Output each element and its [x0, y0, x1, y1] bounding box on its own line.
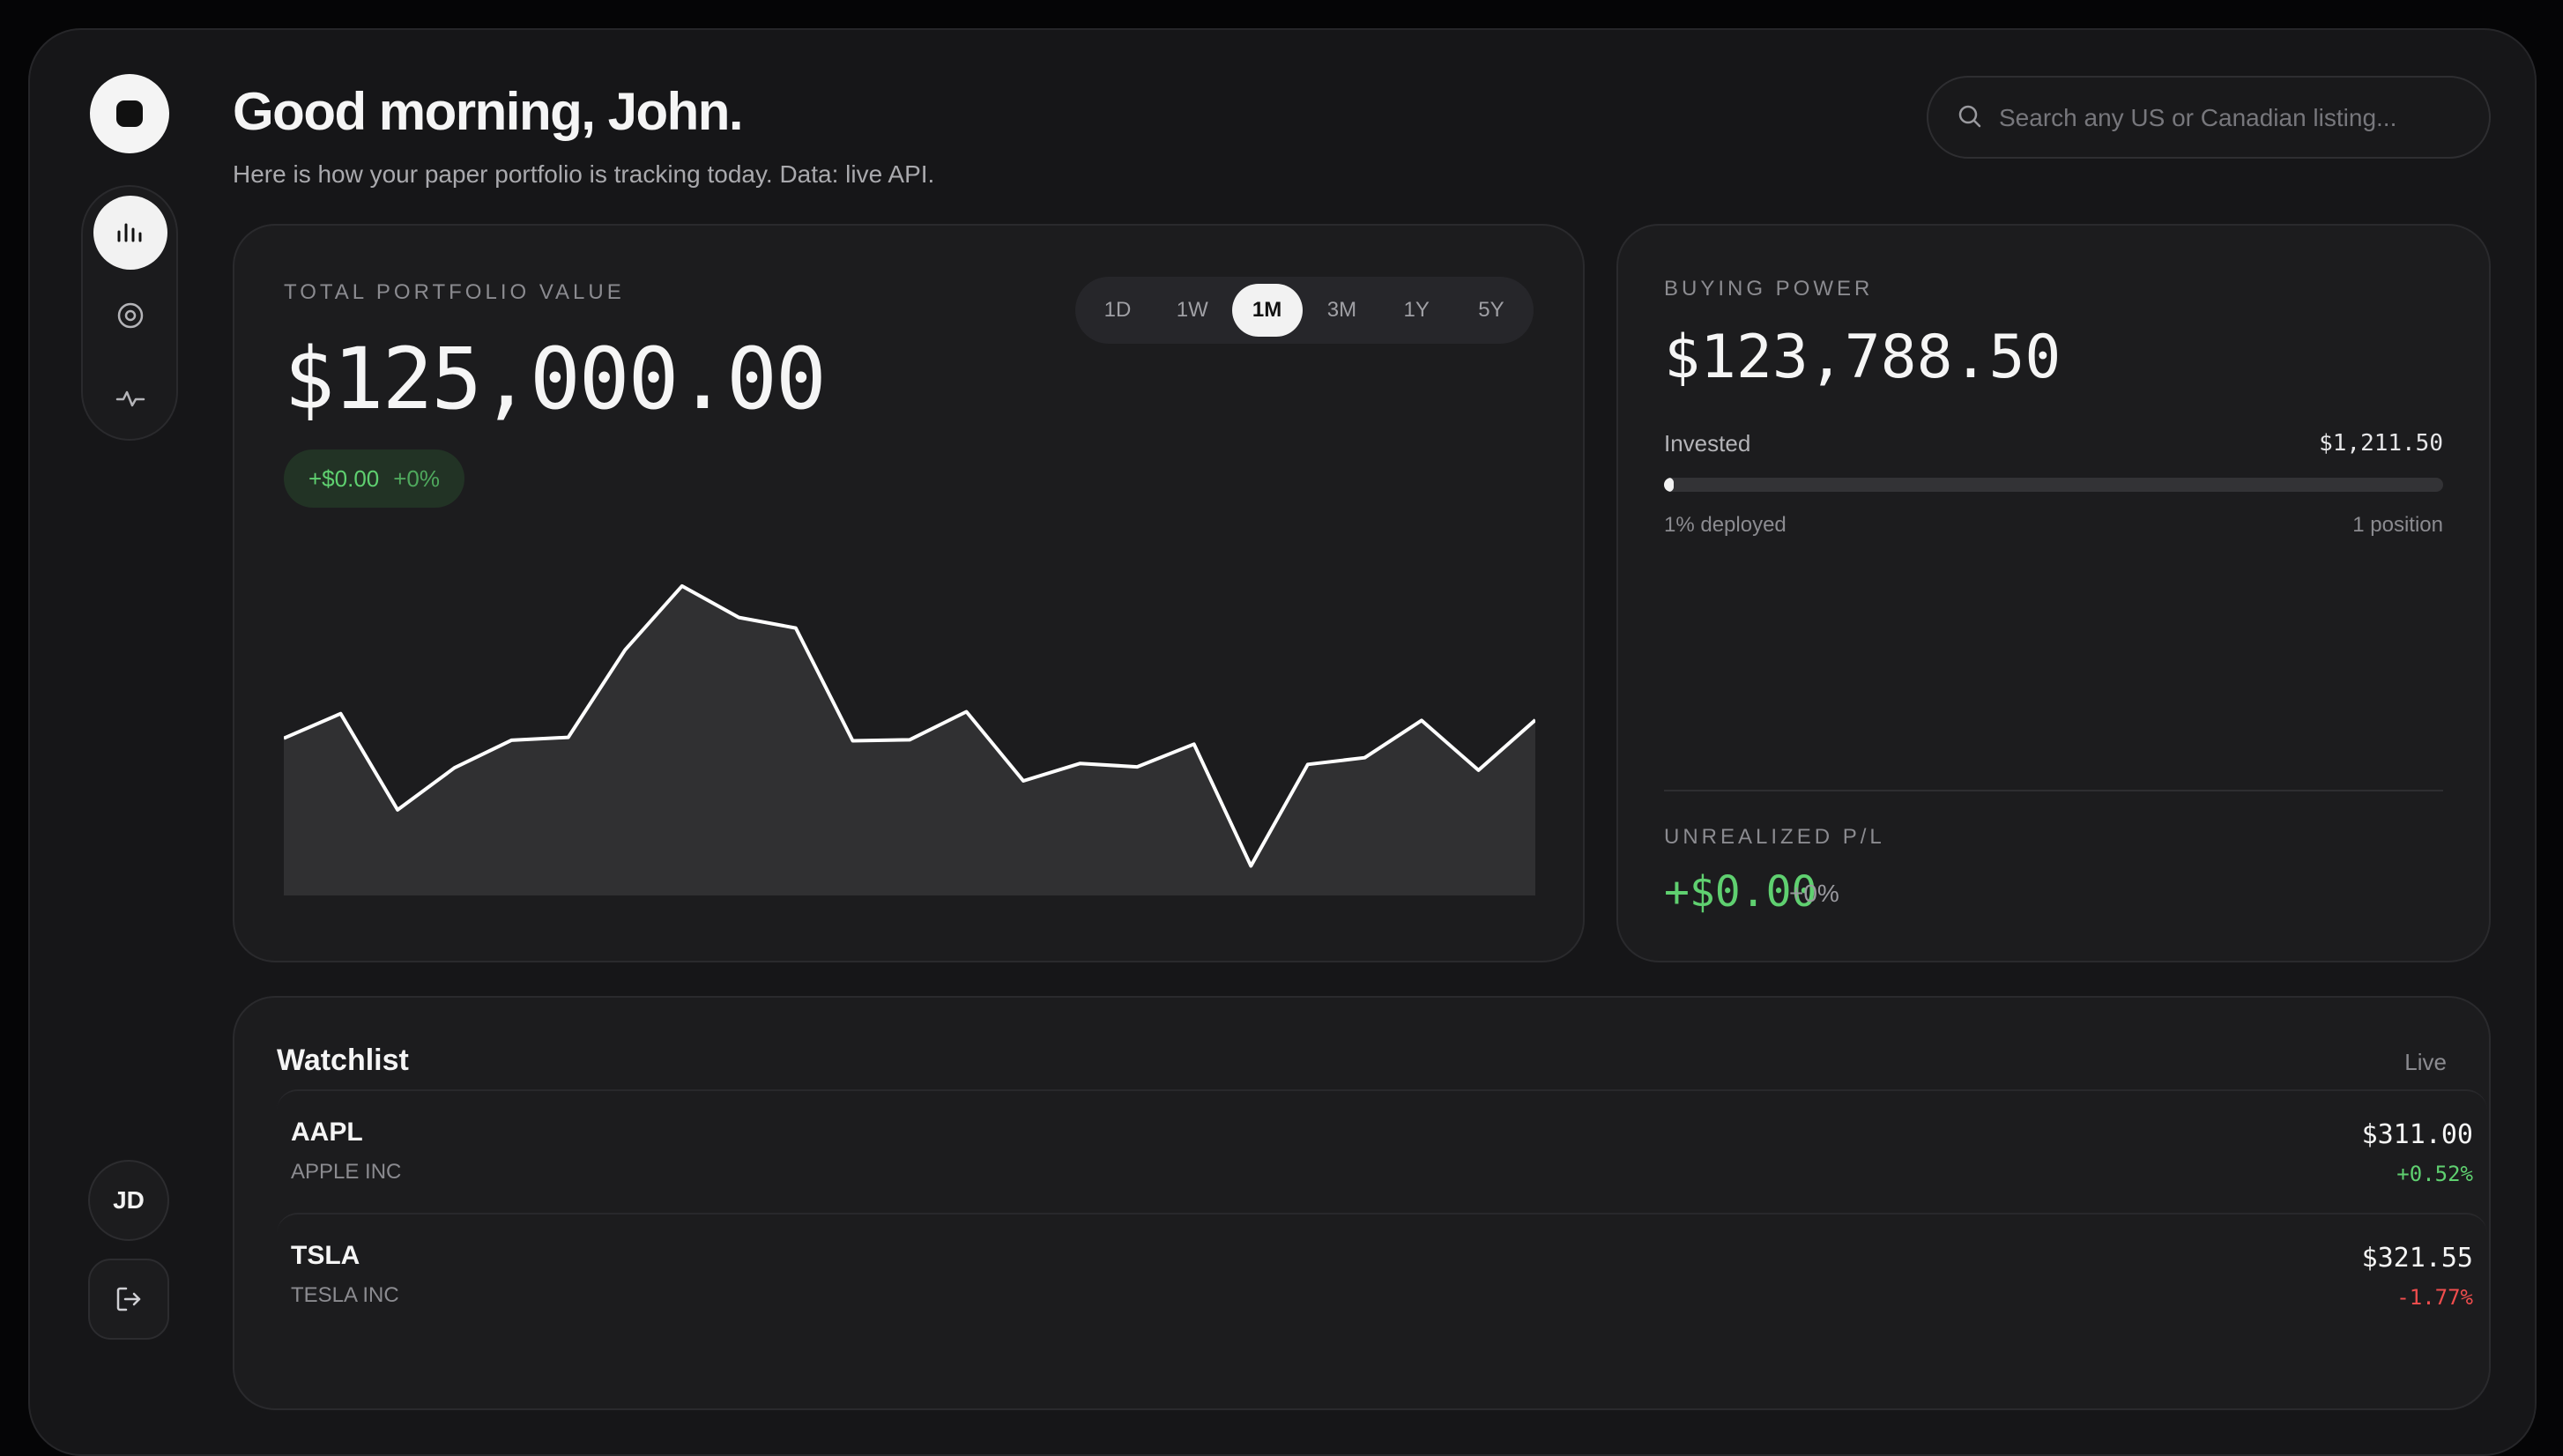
range-button-1y[interactable]: 1Y: [1381, 284, 1452, 337]
portfolio-card: TOTAL PORTFOLIO VALUE $125,000.00 +$0.00…: [233, 224, 1585, 962]
chart-point[interactable]: [1473, 765, 1483, 776]
stock-symbol: AAPL: [291, 1118, 363, 1147]
stock-change: +0.52%: [2396, 1162, 2473, 1186]
card-divider: [1664, 790, 2443, 791]
buying-power-value: $123,788.50: [1664, 323, 2062, 392]
nav-goals-button[interactable]: [93, 279, 167, 353]
portfolio-label: TOTAL PORTFOLIO VALUE: [284, 280, 625, 304]
activity-icon: [115, 390, 145, 407]
buying-power-label: BUYING POWER: [1664, 277, 1874, 301]
sidebar-nav: [81, 185, 178, 441]
company-name: APPLE INC: [291, 1160, 402, 1184]
target-icon: [117, 302, 144, 329]
range-button-1m[interactable]: 1M: [1231, 284, 1303, 337]
page-title: Good morning, John.: [233, 82, 744, 141]
portfolio-value: $125,000.00: [284, 330, 827, 428]
deployed-text: 1% deployed: [1664, 513, 1787, 537]
app-logo[interactable]: [90, 74, 169, 153]
chart-point[interactable]: [962, 707, 972, 717]
chart-point[interactable]: [677, 581, 687, 591]
stock-symbol: TSLA: [291, 1241, 360, 1270]
invested-label: Invested: [1664, 430, 1751, 457]
stock-price: $311.00: [2361, 1119, 2473, 1150]
stock-price: $321.55: [2361, 1243, 2473, 1274]
watchlist-live-status: Live: [2404, 1049, 2447, 1075]
nav-activity-button[interactable]: [93, 361, 167, 435]
bar-chart-icon: [117, 223, 142, 242]
range-button-1d[interactable]: 1D: [1082, 284, 1153, 337]
search-icon: [1958, 105, 1981, 128]
chart-point[interactable]: [733, 613, 744, 623]
watchlist-row-tsla[interactable]: TSLA TESLA INC $321.55 -1.77%: [277, 1213, 2487, 1333]
buying-power-card: BUYING POWER $123,788.50 Invested $1,211…: [1616, 224, 2491, 962]
invested-value: $1,211.50: [2319, 430, 2443, 457]
range-button-5y[interactable]: 5Y: [1456, 284, 1527, 337]
portfolio-change-amount: +$0.00: [308, 464, 380, 492]
chart-point[interactable]: [563, 732, 574, 743]
portfolio-chart: [284, 581, 1535, 895]
chart-point[interactable]: [506, 735, 516, 746]
chart-point[interactable]: [1303, 759, 1313, 769]
deployed-progress-fill: [1664, 478, 1674, 492]
chart-point[interactable]: [392, 805, 403, 815]
chart-point[interactable]: [904, 734, 915, 745]
chart-point[interactable]: [620, 644, 630, 655]
user-avatar[interactable]: JD: [88, 1160, 169, 1241]
nav-portfolio-button[interactable]: [93, 196, 167, 270]
portfolio-change-badge: +$0.00 +0%: [284, 449, 465, 508]
chart-point[interactable]: [336, 709, 346, 719]
search-bar[interactable]: [1927, 76, 2491, 159]
chart-point[interactable]: [791, 623, 801, 634]
range-button-1w[interactable]: 1W: [1157, 284, 1228, 337]
unrealized-pl-label: UNREALIZED P/L: [1664, 825, 1885, 849]
time-range-selector: 1D 1W 1M 3M 1Y 5Y: [1075, 277, 1534, 344]
search-input[interactable]: [1997, 95, 2459, 141]
logout-icon: [116, 1287, 141, 1311]
range-button-3m[interactable]: 3M: [1306, 284, 1377, 337]
chart-point[interactable]: [1075, 758, 1086, 769]
chart-point[interactable]: [1189, 739, 1200, 749]
company-name: TESLA INC: [291, 1283, 399, 1307]
watchlist-card: Watchlist Live AAPL APPLE INC $311.00 +0…: [233, 996, 2491, 1410]
chart-point[interactable]: [1359, 753, 1370, 763]
avatar-initials: JD: [113, 1186, 145, 1214]
chart-point[interactable]: [449, 762, 460, 773]
watchlist-row-aapl[interactable]: AAPL APPLE INC $311.00 +0.52%: [277, 1089, 2487, 1209]
portfolio-change-percent: +0%: [393, 464, 441, 492]
stock-change: -1.77%: [2396, 1285, 2473, 1310]
chart-point[interactable]: [1018, 776, 1029, 786]
positions-count: 1 position: [2352, 513, 2443, 537]
logout-button[interactable]: [88, 1259, 169, 1340]
chart-point[interactable]: [847, 735, 858, 746]
deployed-progress-bar: [1664, 478, 2443, 492]
chart-point[interactable]: [1416, 715, 1427, 725]
app-window: JD Good morning, John. Here is how your …: [28, 28, 2537, 1456]
chart-point[interactable]: [1132, 761, 1142, 772]
watchlist-title: Watchlist: [277, 1044, 409, 1077]
chart-point[interactable]: [1245, 861, 1256, 872]
unrealized-pl-percent: +0%: [1789, 880, 1839, 907]
page-subtitle: Here is how your paper portfolio is trac…: [233, 160, 935, 188]
